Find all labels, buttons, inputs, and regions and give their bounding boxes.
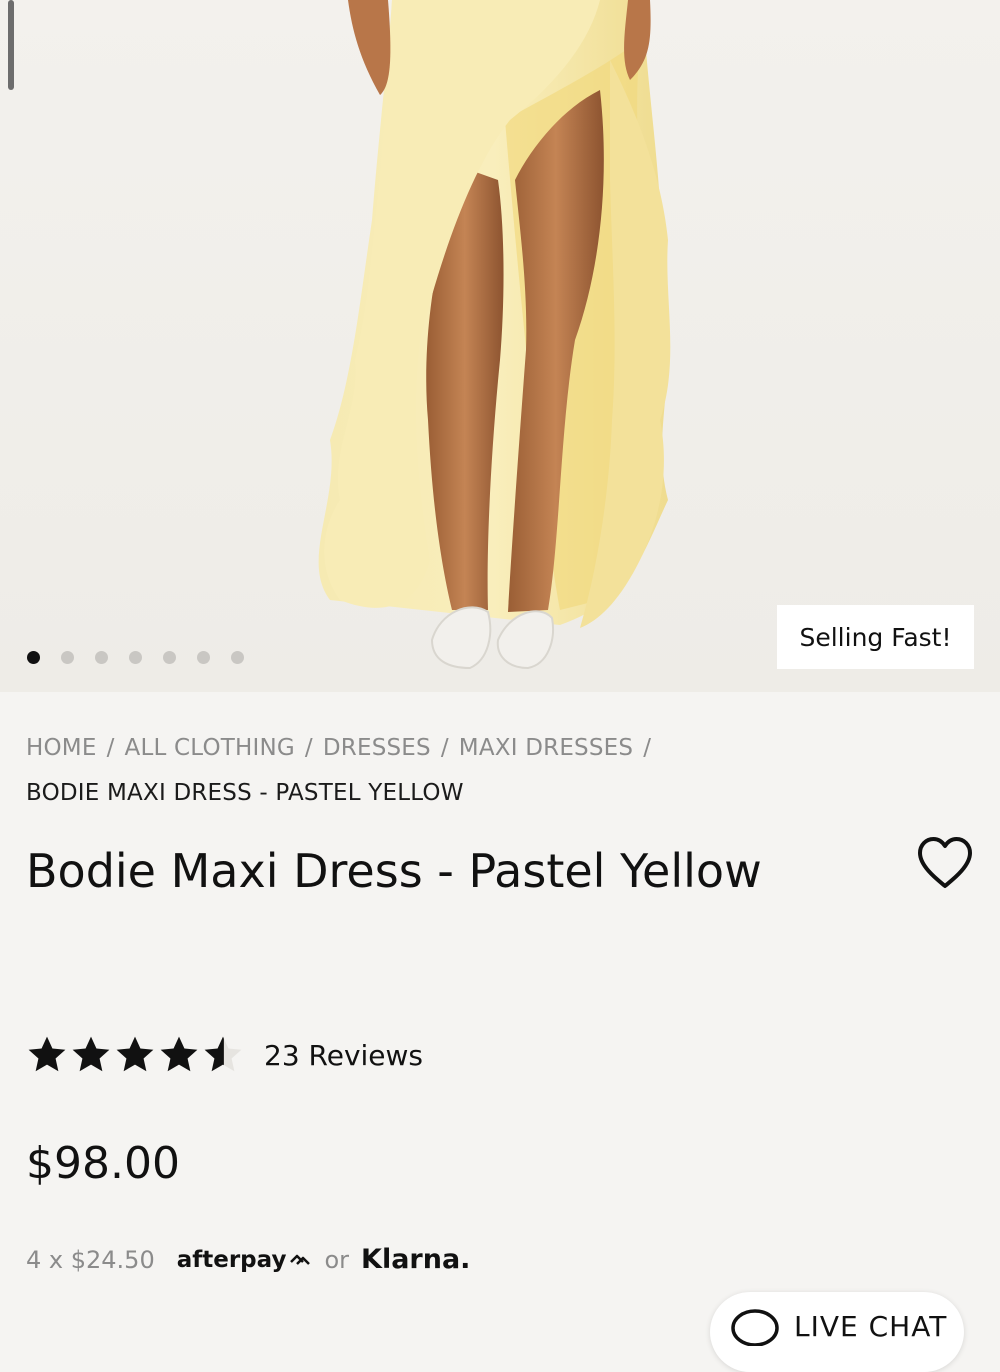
- product-rating[interactable]: 23 Reviews: [26, 1034, 423, 1076]
- afterpay-logo-icon: [290, 1254, 311, 1265]
- scroll-indicator[interactable]: [8, 0, 14, 90]
- live-chat-button[interactable]: LIVE CHAT: [710, 1292, 964, 1372]
- carousel-dot[interactable]: [95, 651, 108, 664]
- breadcrumb-maxi-dresses[interactable]: MAXI DRESSES: [459, 735, 633, 761]
- breadcrumb: HOME / ALL CLOTHING / DRESSES / MAXI DRESSES / …: [26, 726, 966, 816]
- wishlist-button[interactable]: [916, 836, 974, 890]
- rating-stars: [26, 1034, 244, 1076]
- carousel-dot[interactable]: [163, 651, 176, 664]
- product-price: $98.00: [26, 1138, 180, 1189]
- selling-fast-badge: Selling Fast!: [777, 605, 974, 669]
- half-star-icon: [204, 1036, 242, 1072]
- heart-icon: [918, 837, 972, 888]
- afterpay-logo[interactable]: afterpay: [177, 1247, 313, 1273]
- or-text: or: [324, 1245, 350, 1274]
- live-chat-label: LIVE CHAT: [794, 1310, 948, 1343]
- installment-info: 4 x $24.50 afterpay or Klarna.: [26, 1244, 470, 1275]
- carousel-dots[interactable]: [27, 651, 244, 664]
- carousel-dot[interactable]: [231, 651, 244, 664]
- star-icon: [28, 1036, 66, 1072]
- product-photo: [318, 0, 671, 670]
- breadcrumb-separator: /: [304, 735, 313, 761]
- afterpay-label: afterpay: [176, 1246, 287, 1273]
- breadcrumb-home[interactable]: HOME: [26, 735, 97, 761]
- star-icon: [72, 1036, 110, 1072]
- carousel-dot[interactable]: [61, 651, 74, 664]
- carousel-dot[interactable]: [197, 651, 210, 664]
- installment-amount: 4 x $24.50: [26, 1245, 155, 1274]
- breadcrumb-separator: /: [643, 735, 652, 761]
- breadcrumb-separator: /: [106, 735, 115, 761]
- carousel-dot[interactable]: [129, 651, 142, 664]
- star-icon: [116, 1036, 154, 1072]
- klarna-logo[interactable]: Klarna.: [361, 1244, 470, 1275]
- breadcrumb-separator: /: [440, 735, 449, 761]
- carousel-dot[interactable]: [27, 651, 40, 664]
- chat-bubble-icon: [731, 1309, 779, 1346]
- breadcrumb-current: BODIE MAXI DRESS - PASTEL YELLOW: [26, 780, 464, 806]
- breadcrumb-dresses[interactable]: DRESSES: [323, 735, 431, 761]
- review-count-link[interactable]: 23 Reviews: [264, 1039, 423, 1072]
- product-title: Bodie Maxi Dress - Pastel Yellow: [26, 844, 762, 898]
- breadcrumb-all-clothing[interactable]: ALL CLOTHING: [125, 735, 295, 761]
- star-icon: [160, 1036, 198, 1072]
- product-image-carousel[interactable]: Selling Fast!: [0, 0, 1000, 692]
